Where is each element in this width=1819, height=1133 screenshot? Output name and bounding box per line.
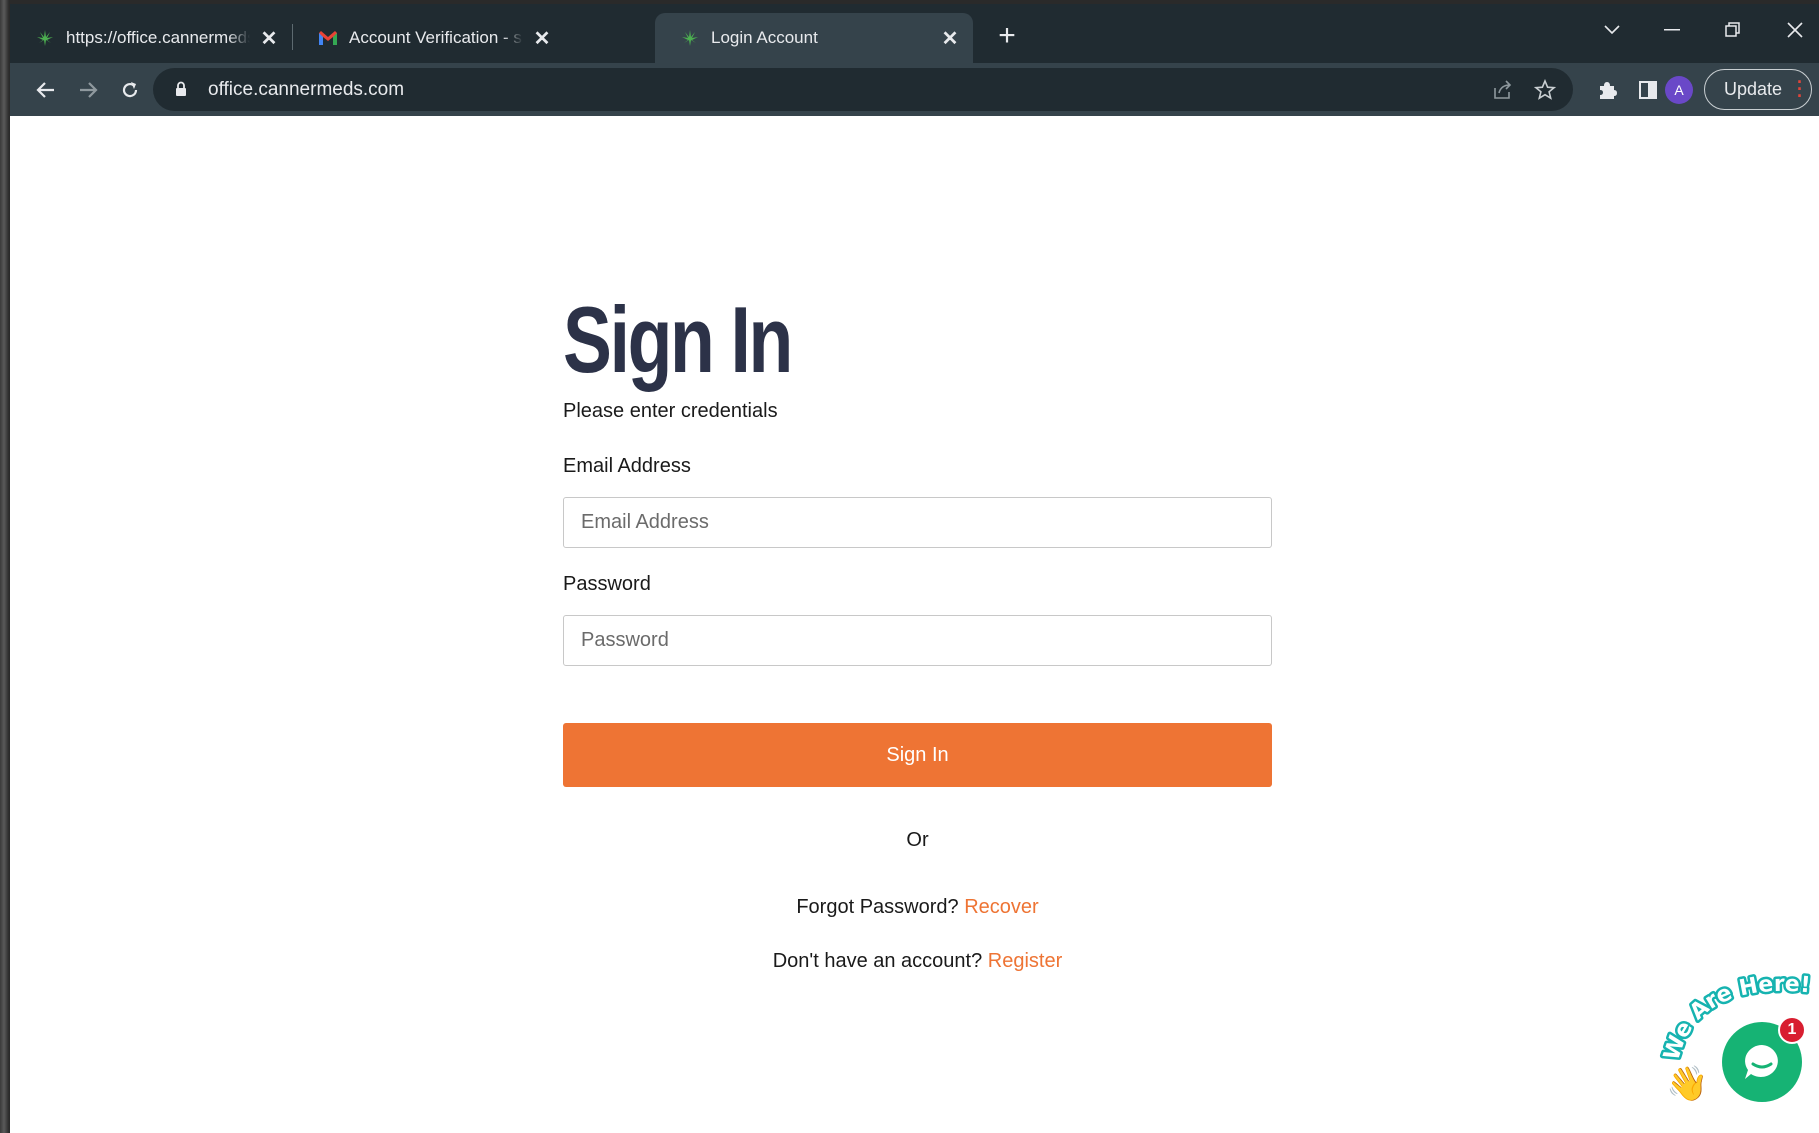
page-subtitle: Please enter credentials	[563, 400, 778, 422]
waving-hand-icon: 👋	[1666, 1065, 1709, 1103]
cannabis-leaf-icon	[34, 27, 56, 49]
tab-title: Login Account	[711, 28, 818, 47]
share-icon[interactable]	[1491, 78, 1515, 102]
forgot-password-text: Forgot Password?	[796, 896, 959, 918]
forgot-password-line: Forgot Password? Recover	[563, 896, 1272, 919]
chat-widget[interactable]: We Are Here! 👋 1	[1656, 969, 1816, 1124]
browser-window: https://office.cannermeds.com/success ✕ …	[10, 4, 1819, 1133]
email-label: Email Address	[563, 455, 691, 477]
window-close-icon[interactable]	[1775, 12, 1815, 48]
tab-search-icon[interactable]	[1592, 12, 1632, 48]
no-account-text: Don't have an account?	[772, 950, 983, 972]
back-icon[interactable]	[28, 72, 64, 108]
reload-icon[interactable]	[112, 72, 148, 108]
extensions-puzzle-icon[interactable]	[1594, 77, 1620, 103]
recover-link[interactable]: Recover	[964, 896, 1038, 918]
profile-avatar[interactable]: A	[1665, 76, 1693, 104]
tab-account-verification[interactable]: Account Verification - smithandrew ✕	[293, 13, 565, 63]
register-line: Don't have an account? Register	[563, 950, 1272, 973]
tab-title: Account Verification - smithandrew	[349, 28, 523, 47]
email-field[interactable]	[563, 497, 1272, 548]
minimize-icon[interactable]	[1652, 12, 1692, 48]
forward-icon[interactable]	[70, 72, 106, 108]
password-label: Password	[563, 573, 651, 595]
login-page: Sign In Please enter credentials Email A…	[10, 116, 1819, 1133]
new-tab-button[interactable]: +	[991, 21, 1023, 53]
side-panel-icon[interactable]	[1635, 77, 1661, 103]
address-bar[interactable]: office.cannermeds.com	[153, 68, 1573, 111]
browser-toolbar: office.cannermeds.com A Update · · ·	[10, 63, 1819, 116]
or-divider-text: Or	[906, 829, 929, 851]
update-label: Update	[1724, 79, 1783, 99]
close-icon[interactable]: ✕	[531, 27, 553, 50]
tab-login-account[interactable]: Login Account ✕	[655, 13, 973, 63]
tab-success[interactable]: https://office.cannermeds.com/success ✕	[10, 13, 292, 63]
tab-title: https://office.cannermeds.com/success	[66, 28, 250, 47]
close-icon[interactable]: ✕	[258, 27, 280, 50]
sign-in-button[interactable]: Sign In	[563, 723, 1272, 787]
cannabis-leaf-icon	[679, 27, 701, 49]
update-button[interactable]: Update · · ·	[1704, 69, 1812, 110]
notification-badge: 1	[1778, 1016, 1806, 1044]
page-title: Sign In	[563, 287, 793, 392]
url-text: office.cannermeds.com	[208, 79, 405, 100]
menu-dots-icon[interactable]: · · ·	[1797, 73, 1803, 105]
register-link[interactable]: Register	[988, 950, 1062, 972]
close-icon[interactable]: ✕	[939, 27, 961, 50]
tab-strip: https://office.cannermeds.com/success ✕ …	[10, 4, 1819, 63]
chat-icon	[1745, 1045, 1778, 1079]
restore-icon[interactable]	[1713, 12, 1753, 48]
gmail-icon	[317, 27, 339, 49]
password-field[interactable]	[563, 615, 1272, 666]
bookmark-star-icon[interactable]	[1533, 78, 1557, 102]
lock-icon[interactable]	[175, 81, 187, 102]
